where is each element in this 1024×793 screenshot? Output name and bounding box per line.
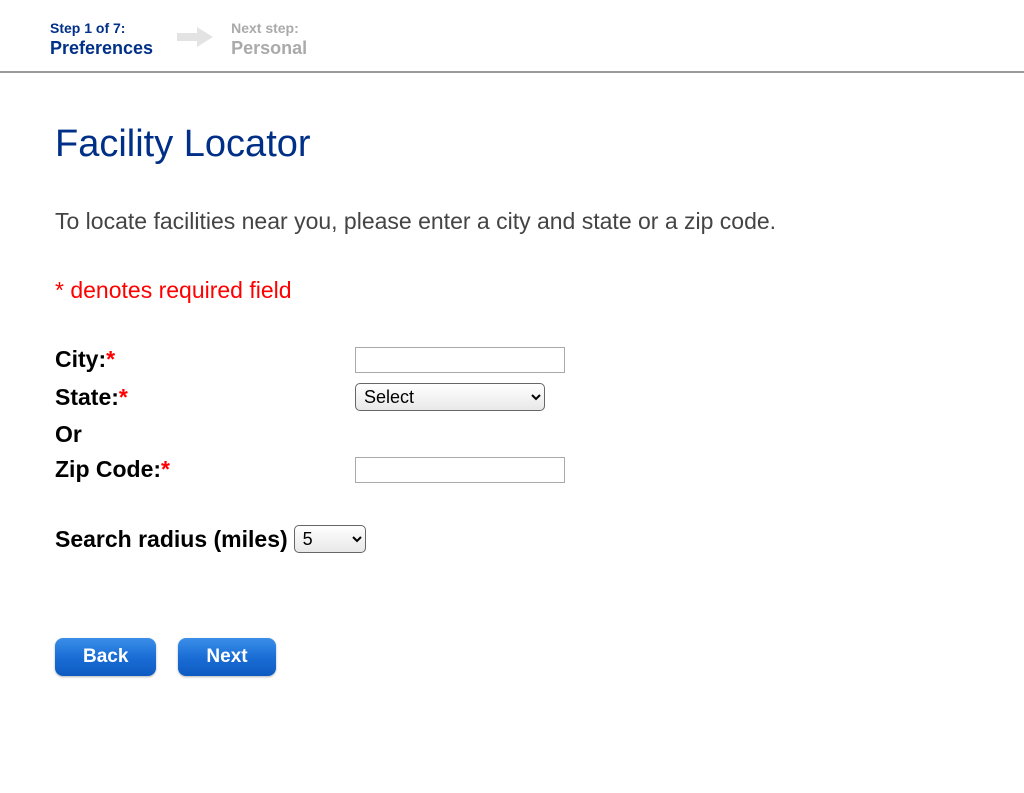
radius-row: Search radius (miles) 5: [55, 525, 969, 553]
step-current-label: Step 1 of 7:: [50, 20, 153, 36]
required-note: * denotes required field: [55, 277, 969, 304]
zip-row: Zip Code:*: [55, 456, 969, 483]
next-button[interactable]: Next: [178, 638, 275, 676]
content-area: Facility Locator To locate facilities ne…: [0, 73, 1024, 676]
back-button[interactable]: Back: [55, 638, 156, 676]
required-asterisk: *: [119, 384, 128, 410]
step-current-name: Preferences: [50, 38, 153, 59]
zip-label-text: Zip Code:: [55, 456, 161, 482]
step-header: Step 1 of 7: Preferences Next step: Pers…: [0, 0, 1024, 73]
city-input[interactable]: [355, 347, 565, 373]
state-label: State:*: [55, 384, 355, 411]
radius-label: Search radius (miles): [55, 526, 288, 553]
city-label-text: City:: [55, 346, 106, 372]
arrow-right-icon: [177, 25, 213, 54]
page-title: Facility Locator: [55, 123, 969, 166]
required-asterisk: *: [161, 456, 170, 482]
button-row: Back Next: [55, 638, 969, 676]
or-label: Or: [55, 421, 969, 448]
instructions-text: To locate facilities near you, please en…: [55, 208, 969, 235]
required-asterisk: *: [106, 346, 115, 372]
step-current: Step 1 of 7: Preferences: [50, 20, 153, 59]
step-next-name: Personal: [231, 38, 307, 59]
city-row: City:*: [55, 346, 969, 373]
state-select[interactable]: Select: [355, 383, 545, 411]
state-label-text: State:: [55, 384, 119, 410]
step-next: Next step: Personal: [231, 20, 307, 59]
city-label: City:*: [55, 346, 355, 373]
state-row: State:* Select: [55, 383, 969, 411]
radius-select[interactable]: 5: [294, 525, 366, 553]
step-next-label: Next step:: [231, 20, 307, 36]
zip-label: Zip Code:*: [55, 456, 355, 483]
zip-input[interactable]: [355, 457, 565, 483]
